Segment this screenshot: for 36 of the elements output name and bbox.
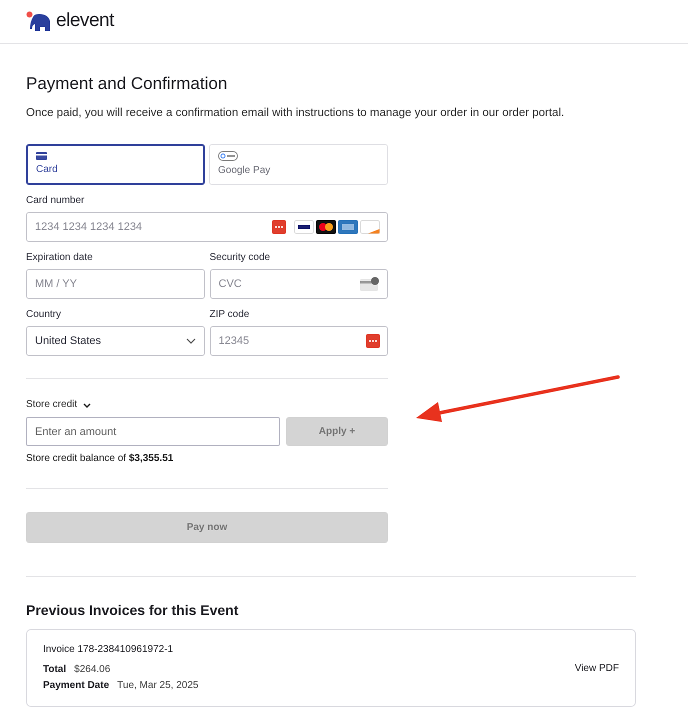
field-label: Security code <box>210 253 272 263</box>
field-label: Expiration date <box>26 253 94 263</box>
pill-logo-icon <box>218 151 238 161</box>
field-label: Country <box>26 310 62 320</box>
security-code-field[interactable]: CVC <box>210 269 388 299</box>
total-label: Total <box>43 664 66 676</box>
brand-name: elevent <box>56 9 114 34</box>
field-label: ZIP code <box>210 310 250 320</box>
elephant-logo-icon <box>26 10 52 32</box>
cvc-card-icon <box>360 277 380 291</box>
store-credit-toggle[interactable]: Store credit <box>26 400 92 410</box>
card-brand-icon <box>316 220 336 234</box>
view-pdf-link[interactable]: View PDF <box>574 660 619 676</box>
section-title: Previous Invoices for this Event <box>26 602 240 618</box>
page-title: Payment and Confirmation <box>26 74 228 94</box>
credit-balance: Store credit balance of $3,355.51 <box>26 454 174 464</box>
card-icon <box>36 152 47 160</box>
autofill-icon <box>272 220 286 234</box>
total-value: $264.06 <box>74 664 110 676</box>
amount-field[interactable]: Enter an amount <box>26 417 280 446</box>
autofill-icon <box>366 334 380 348</box>
chevron-icon <box>83 402 92 408</box>
card-brand-icon <box>360 220 380 234</box>
country-select[interactable]: United States <box>26 326 204 356</box>
payment-method-tab[interactable]: Card <box>26 144 205 185</box>
payment-method-tab[interactable]: Google Pay <box>209 144 388 185</box>
payment-date-value: Tue, Mar 25, 2025 <box>117 680 198 692</box>
expiration-field[interactable]: MM / YY <box>26 269 204 299</box>
payment-date-label: Payment Date <box>43 680 110 692</box>
description: Once paid, you will receive a confirmation email with instructions to manage your order in our order portal. <box>26 106 566 120</box>
invoice-number: Invoice 178-238410961972-1 <box>43 644 174 656</box>
card-brand-icon <box>338 220 358 234</box>
chevron-down-icon <box>186 338 196 344</box>
zip-code-field[interactable]: 12345 <box>210 326 388 356</box>
field-label: Card number <box>26 196 86 206</box>
card-brand-icon <box>294 220 314 234</box>
